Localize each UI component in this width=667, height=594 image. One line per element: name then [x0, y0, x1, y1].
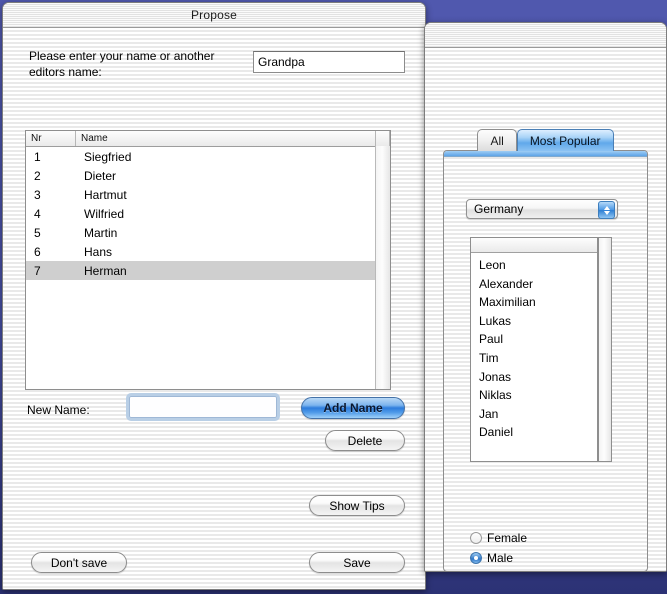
table-row[interactable]: 1 Siegfried	[26, 147, 390, 166]
column-header-name[interactable]: Name	[76, 131, 376, 146]
editor-name-input[interactable]	[253, 51, 405, 73]
dont-save-button[interactable]: Don't save	[31, 552, 127, 573]
country-popup-value: Germany	[474, 202, 524, 216]
propose-window[interactable]: Propose Please enter your name or anothe…	[2, 2, 426, 590]
table-cell-name: Martin	[84, 225, 118, 240]
table-row[interactable]: 2 Dieter	[26, 166, 390, 185]
popular-names-scrollbar[interactable]	[598, 237, 612, 462]
popular-names-list-body[interactable]: Leon Alexander Maximilian Lukas Paul Tim Jonas…	[471, 253, 597, 442]
gender-female-label: Female	[487, 531, 528, 545]
names-table[interactable]: Nr Name 1 Siegfried 2 Dieter 3 Hartmut 4 Wilfri…	[25, 130, 391, 390]
table-cell-nr: 2	[34, 168, 41, 183]
country-popup-button[interactable]: Germany	[466, 199, 618, 219]
table-cell-name: Wilfried	[84, 206, 125, 221]
list-item[interactable]: Tim	[471, 349, 597, 368]
new-name-label: New Name:	[27, 403, 90, 417]
names-table-body[interactable]: 1 Siegfried 2 Dieter 3 Hartmut 4 Wilfried 5 Marti…	[26, 147, 390, 280]
gender-radio-male[interactable]: Male	[470, 551, 513, 565]
add-name-button[interactable]: Add Name	[301, 397, 405, 419]
table-cell-name: Herman	[84, 263, 127, 278]
delete-button[interactable]: Delete	[325, 430, 405, 451]
tab-bar[interactable]: All Most Popular	[425, 127, 666, 151]
table-cell-nr: 1	[34, 149, 41, 164]
names-browser-window[interactable]: All Most Popular Germany Leon Alexander Max…	[424, 22, 667, 572]
table-cell-nr: 7	[34, 263, 41, 278]
radio-male-icon[interactable]	[470, 552, 482, 564]
tab-panel: Germany Leon Alexander Maximilian Lukas Paul…	[443, 150, 648, 571]
propose-window-content: Please enter your name or another editor…	[3, 28, 425, 589]
show-tips-button[interactable]: Show Tips	[309, 495, 405, 516]
desktop-background: { "desktop": { "background_color": "#4f5…	[0, 0, 667, 594]
table-cell-name: Hans	[84, 244, 113, 259]
table-cell-nr: 5	[34, 225, 41, 240]
tab-all[interactable]: All	[477, 129, 517, 151]
table-cell-name: Hartmut	[84, 187, 127, 202]
column-header-spacer	[376, 131, 390, 146]
list-item[interactable]: Niklas	[471, 386, 597, 405]
names-table-scrollbar[interactable]	[375, 146, 390, 389]
list-item[interactable]: Lukas	[471, 312, 597, 331]
names-table-header: Nr Name	[26, 131, 390, 147]
tab-most-popular[interactable]: Most Popular	[516, 129, 614, 151]
save-button[interactable]: Save	[309, 552, 405, 573]
window-title: Propose	[190, 8, 238, 22]
tab-panel-top-edge	[444, 151, 647, 157]
side-window-titlebar[interactable]	[425, 23, 666, 48]
table-row[interactable]: 7 Herman	[26, 261, 390, 280]
table-cell-name: Dieter	[84, 168, 117, 183]
table-cell-nr: 3	[34, 187, 41, 202]
table-cell-nr: 6	[34, 244, 41, 259]
popular-names-list[interactable]: Leon Alexander Maximilian Lukas Paul Tim Jonas…	[470, 237, 598, 462]
popular-names-list-header	[471, 238, 597, 253]
list-item[interactable]: Maximilian	[471, 293, 597, 312]
table-row[interactable]: 6 Hans	[26, 242, 390, 261]
list-item[interactable]: Alexander	[471, 275, 597, 294]
chevron-updown-icon	[598, 201, 615, 219]
names-browser-content: All Most Popular Germany Leon Alexander Max…	[425, 48, 666, 571]
list-item[interactable]: Jonas	[471, 368, 597, 387]
table-row[interactable]: 3 Hartmut	[26, 185, 390, 204]
radio-female-icon[interactable]	[470, 532, 482, 544]
table-row[interactable]: 4 Wilfried	[26, 204, 390, 223]
list-item[interactable]: Paul	[471, 330, 597, 349]
list-item[interactable]: Jan	[471, 405, 597, 424]
editor-name-label: Please enter your name or another editor…	[29, 49, 215, 79]
gender-male-label: Male	[487, 551, 514, 565]
table-cell-nr: 4	[34, 206, 41, 221]
column-header-nr[interactable]: Nr	[26, 131, 76, 146]
window-titlebar[interactable]: Propose	[3, 3, 425, 28]
table-cell-name: Siegfried	[84, 149, 132, 164]
list-item[interactable]: Daniel	[471, 423, 597, 442]
gender-radio-female[interactable]: Female	[470, 531, 527, 545]
table-row[interactable]: 5 Martin	[26, 223, 390, 242]
list-item[interactable]: Leon	[471, 256, 597, 275]
new-name-input[interactable]	[126, 393, 280, 421]
